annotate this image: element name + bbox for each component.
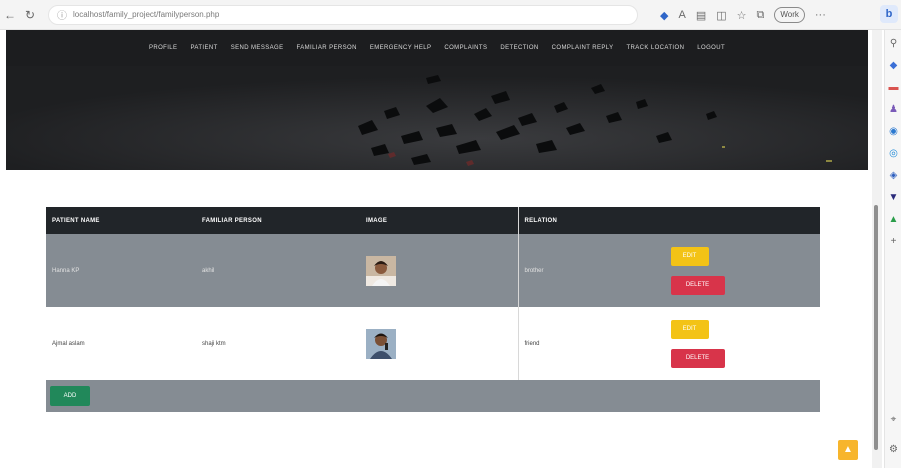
outlook-icon[interactable]: ◎: [888, 148, 899, 159]
nav-complaints[interactable]: COMPLAINTS: [444, 45, 487, 51]
extension-icon[interactable]: ◆: [660, 9, 668, 22]
nav-emergency-help[interactable]: EMERGENCY HELP: [370, 45, 432, 51]
maps-icon[interactable]: ▲: [888, 214, 899, 225]
games-icon[interactable]: ♟: [888, 104, 899, 115]
familiar-person-table: PATIENT NAME FAMILIAR PERSON IMAGE RELAT…: [46, 207, 820, 412]
nav-patient[interactable]: PATIENT: [190, 45, 217, 51]
header-patient-name: PATIENT NAME: [52, 217, 100, 224]
relation-text: friend: [524, 340, 540, 347]
cell-relation: friend EDIT DELETE: [517, 307, 820, 380]
drop-icon[interactable]: ◈: [888, 170, 899, 181]
person-photo: [366, 255, 396, 286]
nav-familiar-person[interactable]: FAMILIAR PERSON: [297, 45, 357, 51]
site-info-icon[interactable]: ⓘ: [57, 7, 67, 22]
table-footer-row: ADD: [46, 380, 820, 412]
shopping-icon[interactable]: ◆: [888, 60, 899, 71]
cell-image: [360, 307, 518, 380]
nav-detection[interactable]: DETECTION: [500, 45, 538, 51]
nav-send-message[interactable]: SEND MESSAGE: [231, 45, 284, 51]
search-icon[interactable]: ⚲: [888, 38, 899, 49]
reload-icon[interactable]: ↻: [20, 8, 40, 22]
nav-logout[interactable]: LOGOUT: [697, 45, 725, 51]
cell-relation: brother EDIT DELETE: [517, 234, 820, 307]
sidebar-customize-icon[interactable]: ⚙: [888, 444, 899, 455]
row-actions: EDIT DELETE: [670, 319, 725, 368]
person-photo: [366, 328, 396, 359]
delete-button[interactable]: DELETE: [670, 275, 725, 295]
header-familiar-person: FAMILIAR PERSON: [202, 217, 262, 224]
microsoft-365-icon[interactable]: ◉: [888, 126, 899, 137]
immersive-reader-icon[interactable]: ▤: [696, 9, 706, 22]
add-sidebar-app-icon[interactable]: +: [888, 236, 899, 247]
relation-text: brother: [524, 267, 544, 274]
address-bar[interactable]: ⓘ localhost/family_project/familyperson.…: [48, 4, 638, 25]
arrow-up-icon: ▲: [843, 444, 853, 455]
add-button[interactable]: ADD: [50, 386, 90, 406]
collections-icon[interactable]: ⧉: [757, 9, 765, 22]
hero-banner: [6, 66, 868, 170]
cell-familiar-person: akhil: [202, 267, 215, 274]
read-aloud-icon[interactable]: A: [678, 9, 685, 21]
hero-decoration: [6, 66, 868, 170]
profile-button[interactable]: Work: [774, 7, 805, 23]
browser-action-icons: ◆ A ▤ ◫ ☆ ⧉ Work ···: [660, 7, 826, 23]
nav-track-location[interactable]: TRACK LOCATION: [626, 45, 684, 51]
delete-button[interactable]: DELETE: [670, 348, 725, 368]
cell-image: [360, 234, 518, 307]
split-screen-icon[interactable]: ◫: [716, 9, 726, 22]
table-row: Hanna KP akhil brother EDIT DELETE: [46, 234, 820, 307]
edit-button[interactable]: EDIT: [670, 246, 709, 266]
favorites-star-icon[interactable]: ☆: [737, 9, 747, 22]
table-row: Ajmal aslam shaji ktm friend EDIT DELETE: [46, 307, 820, 380]
site-navbar: PROFILE PATIENT SEND MESSAGE FAMILIAR PE…: [6, 30, 868, 66]
row-actions: EDIT DELETE: [670, 246, 725, 295]
header-image: IMAGE: [366, 217, 388, 224]
header-relation: RELATION: [517, 207, 820, 234]
cell-familiar-person: shaji ktm: [202, 340, 226, 347]
more-menu-icon[interactable]: ···: [815, 9, 826, 21]
sidebar-settings-icon[interactable]: ⌖: [888, 414, 899, 425]
copilot-icon[interactable]: b: [880, 5, 898, 23]
url-text: localhost/family_project/familyperson.ph…: [73, 10, 220, 19]
table-header-row: PATIENT NAME FAMILIAR PERSON IMAGE RELAT…: [46, 207, 820, 234]
tools-icon[interactable]: ▬: [888, 82, 899, 93]
add-cell: ADD: [46, 380, 820, 412]
cell-patient-name: Hanna KP: [52, 267, 80, 274]
nav-profile[interactable]: PROFILE: [149, 45, 177, 51]
nav-complaint-reply[interactable]: COMPLAINT REPLY: [552, 45, 614, 51]
scrollbar-thumb[interactable]: [874, 205, 878, 450]
browser-sidebar: ⚲ ◆ ▬ ♟ ◉ ◎ ◈ ▼ ▲ + ⌖ ⚙: [884, 30, 901, 468]
designer-icon[interactable]: ▼: [888, 192, 899, 203]
cell-patient-name: Ajmal aslam: [52, 340, 85, 347]
edit-button[interactable]: EDIT: [670, 319, 709, 339]
back-to-top-button[interactable]: ▲: [838, 440, 858, 460]
back-icon[interactable]: ←: [0, 8, 20, 22]
